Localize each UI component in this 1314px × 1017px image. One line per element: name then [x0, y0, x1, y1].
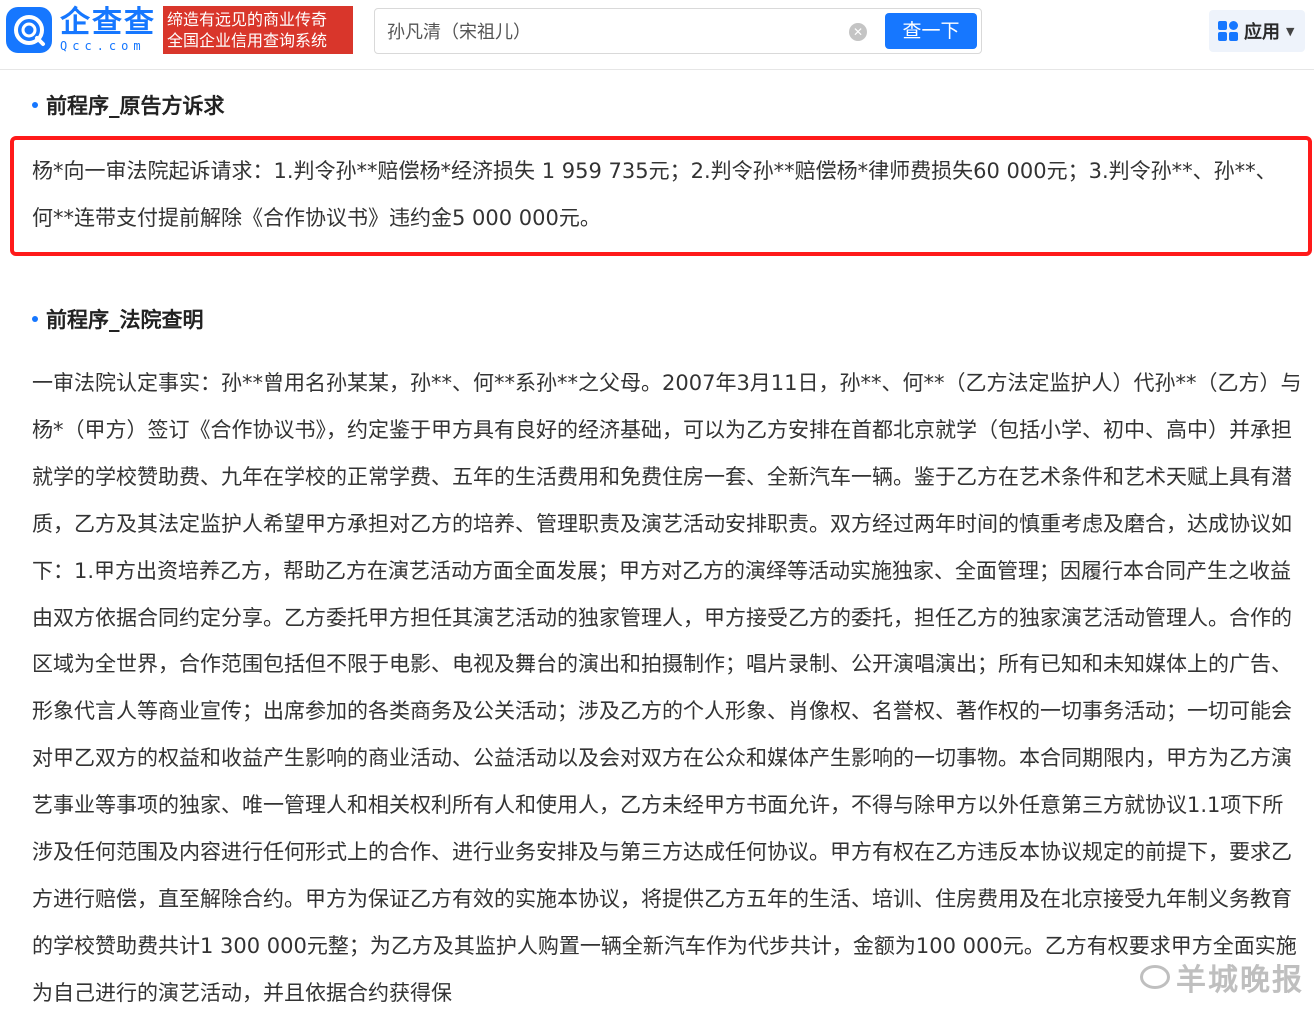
apps-label: 应用 [1244, 22, 1280, 43]
bullet-icon [32, 316, 38, 322]
slogan-line-1: 缔造有远见的商业传奇 [167, 10, 328, 29]
slogan-banner: 缔造有远见的商业传奇 全国企业信用查询系统 [163, 6, 353, 54]
search-button[interactable]: 查一下 [885, 13, 977, 49]
section-title-text: 前程序_法院查明 [46, 308, 204, 332]
clear-icon[interactable]: ✕ [849, 23, 867, 41]
section-title-text: 前程序_原告方诉求 [46, 94, 225, 118]
plaintiff-claim-text: 杨*向一审法院起诉请求：1.判令孙**赔偿杨*经济损失 1 959 735元；2… [32, 159, 1277, 230]
bullet-icon [32, 102, 38, 108]
watermark-text: 羊城晚报 [1176, 963, 1304, 998]
search-input[interactable] [387, 15, 847, 47]
qcc-logo[interactable]: 企查查 Qcc.com [6, 7, 156, 53]
court-findings-text: 一审法院认定事实：孙**曾用名孙某某，孙**、何**系孙**之父母。2007年3… [32, 371, 1302, 1005]
qcc-logo-icon [6, 7, 52, 53]
top-bar: 企查查 Qcc.com 缔造有远见的商业传奇 全国企业信用查询系统 ✕ 查一下 … [0, 0, 1314, 70]
weibo-icon [1140, 965, 1170, 989]
apps-menu-button[interactable]: 应用 ▼ [1209, 10, 1305, 52]
search-box: ✕ 查一下 [374, 8, 982, 54]
section-title-court-findings: 前程序_法院查明 [32, 304, 204, 334]
section-title-plaintiff-claim: 前程序_原告方诉求 [32, 90, 225, 120]
apps-grid-icon [1218, 21, 1238, 41]
logo-name-cn: 企查查 [60, 5, 156, 40]
logo-name-en: Qcc.com [60, 39, 146, 53]
slogan-line-2: 全国企业信用查询系统 [167, 31, 328, 50]
watermark: 羊城晚报 [1140, 955, 1304, 999]
chevron-down-icon: ▼ [1286, 24, 1295, 38]
